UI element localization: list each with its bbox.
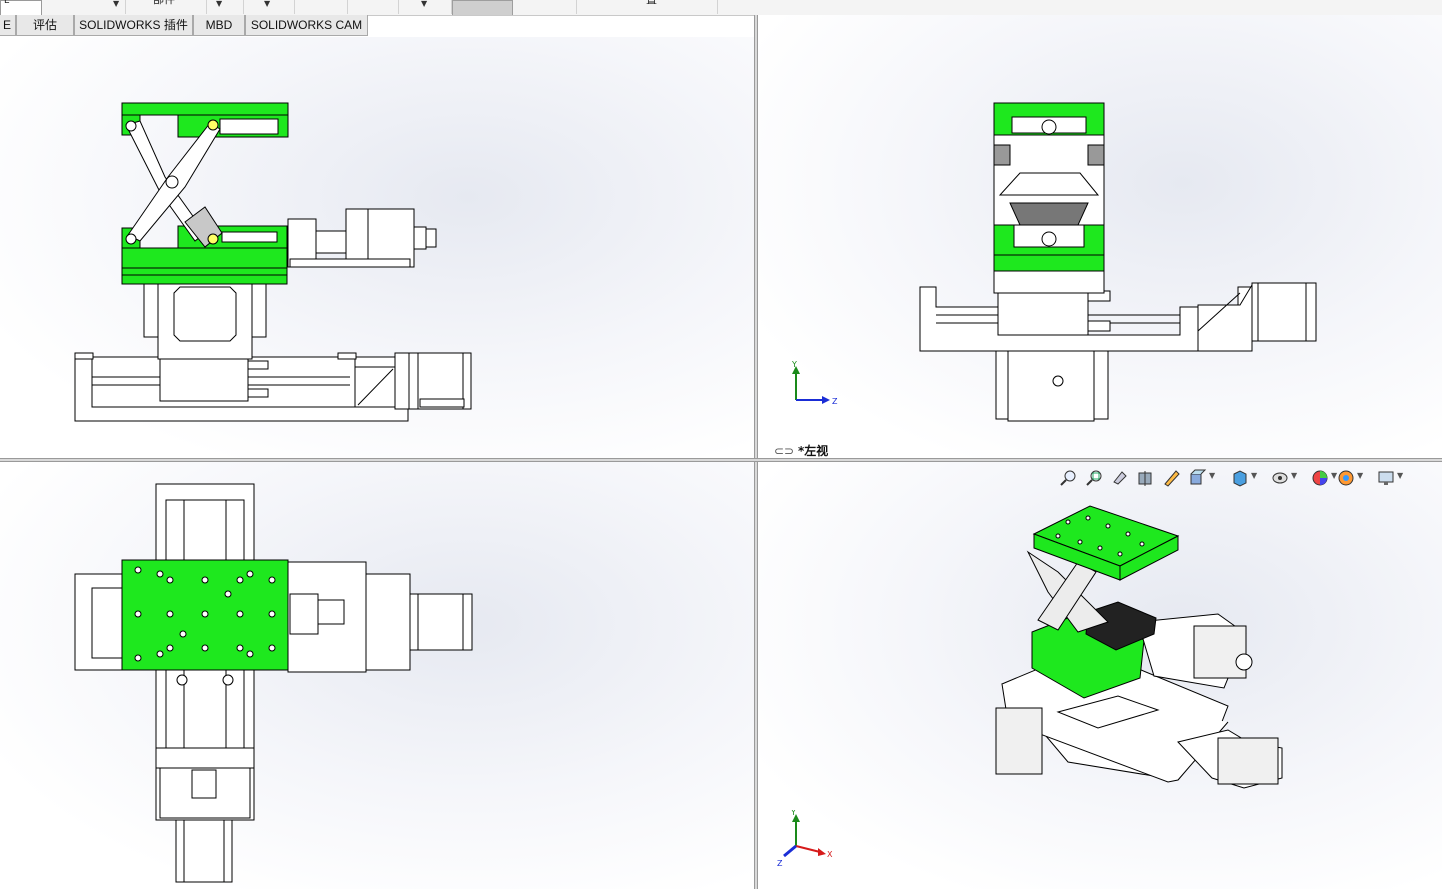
tab-mbd[interactable]: MBD [193,15,245,36]
zoom-to-fit-icon[interactable] [1058,468,1078,488]
left-view-drawing [919,102,1317,422]
chevron-down-icon: ▼ [216,0,223,8]
section-view-icon[interactable] [1136,468,1156,488]
toolbar-dropdown-6[interactable]: ▼ [399,0,452,14]
viewport-left[interactable]: Y Z ⊂⊃ *左视 [758,15,1442,458]
tab-solidworks-cam[interactable]: SOLIDWORKS CAM [245,15,368,36]
toolbar-combo-input[interactable]: E [0,0,42,15]
toolbar-button-active[interactable] [452,0,513,15]
hide-show-icon[interactable] [1270,468,1290,488]
link-icon: ⊂⊃ [774,444,798,458]
display-style-icon[interactable] [1230,468,1250,488]
apply-scene-icon[interactable] [1336,468,1356,488]
triad-y-label: Y [790,810,796,817]
viewport-top[interactable] [0,462,754,889]
chevron-down-icon[interactable]: ▼ [1397,471,1403,480]
tab-solidworks-addins[interactable]: SOLIDWORKS 插件 [74,15,193,36]
toolbar-button-9[interactable]: 置 [577,0,718,14]
tab-truncated[interactable]: E [0,15,16,36]
chevron-down-icon: ▼ [421,0,428,8]
front-view-drawing [74,102,472,422]
tab-evaluate[interactable]: 评估 [16,15,74,36]
toolbar-button-5[interactable] [348,0,399,14]
triad-z-label: Z [777,859,783,868]
isometric-view-drawing [995,505,1283,789]
toolbar-dropdown-1[interactable]: ▼ [41,0,126,14]
edit-appearance-icon[interactable] [1310,468,1330,488]
chevron-down-icon[interactable]: ▼ [1251,471,1257,480]
viewport-front[interactable] [0,37,754,458]
chevron-down-icon[interactable]: ▼ [1357,471,1363,480]
view-name-left: *左视 [797,444,829,458]
toolbar-button-4[interactable] [295,0,348,14]
viewport-splitter-vertical[interactable] [754,15,758,889]
triad-z-label: Z [832,397,838,406]
zoom-area-icon[interactable] [1084,468,1104,488]
toolbar-button-8[interactable] [512,0,577,14]
toolbar-dropdown-3[interactable]: ▼ [244,0,295,14]
top-view-drawing [74,483,473,883]
chevron-down-icon[interactable]: ▼ [1291,471,1297,480]
previous-view-icon[interactable] [1110,468,1130,488]
command-toolbar-strip: E ▼ 部件 ▼ ▼ ▼ 置 [0,0,1442,16]
view-settings-icon[interactable] [1376,468,1396,488]
toolbar-button-part[interactable]: 部件 [126,0,207,14]
toolbar-dropdown-2[interactable]: ▼ [207,0,244,14]
viewport-isometric[interactable]: Y X Z [758,462,1442,889]
toolbar-right-label: 置 [646,0,657,5]
view-orientation-icon[interactable] [1188,468,1208,488]
viewport-label-left: ⊂⊃ *左视 [774,442,828,458]
toolbar-part-label: 部件 [153,0,175,5]
coordinate-triad-left: Y Z [791,360,838,406]
chevron-down-icon: ▼ [113,0,120,8]
triad-y-label: Y [791,360,797,369]
chevron-down-icon: ▼ [264,0,271,8]
triad-x-label: X [827,850,833,859]
chevron-down-icon[interactable]: ▼ [1209,471,1215,480]
coordinate-triad-iso: Y X Z [777,810,833,868]
dynamic-annotation-icon[interactable] [1162,468,1182,488]
viewport-splitter-horizontal[interactable] [0,458,1442,462]
toolbar-combo-value: E [4,0,10,6]
